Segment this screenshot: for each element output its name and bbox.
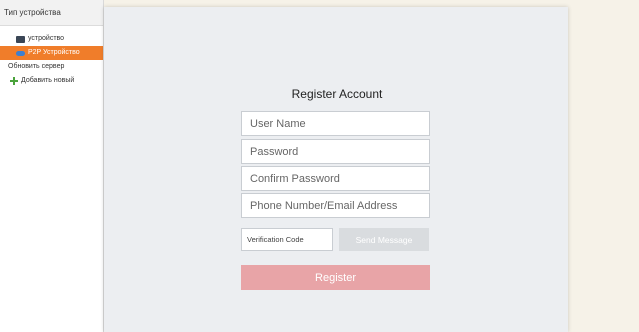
sidebar-item-label: P2P Устройство (28, 49, 80, 56)
cloud-icon (16, 50, 25, 56)
verification-code-field[interactable] (241, 228, 333, 251)
phone-email-field[interactable] (241, 193, 430, 218)
sidebar-item-add-new[interactable]: Добавить новый (0, 74, 103, 88)
device-sidebar: Тип устройства устройство P2P Устройство… (0, 0, 104, 332)
dialog-title: Register Account (291, 87, 383, 101)
register-button[interactable]: Register (241, 265, 430, 290)
sidebar-item-label: Добавить новый (21, 77, 75, 84)
sidebar-item-refresh-server[interactable]: Обновить сервер (0, 60, 103, 74)
sidebar-header: Тип устройства (0, 0, 103, 26)
device-icon (16, 35, 25, 43)
sidebar-item-label: Обновить сервер (8, 63, 65, 70)
confirm-password-field[interactable] (241, 166, 430, 191)
sidebar-item-label: устройство (28, 35, 65, 42)
password-field[interactable] (241, 139, 430, 164)
register-dialog: Register Account Send Message Register (104, 7, 568, 332)
username-field[interactable] (241, 111, 430, 136)
plus-icon (10, 77, 18, 85)
sidebar-item-device[interactable]: устройство (0, 32, 103, 46)
send-message-button[interactable]: Send Message (339, 228, 429, 251)
sidebar-item-p2p-device[interactable]: P2P Устройство (0, 46, 103, 60)
